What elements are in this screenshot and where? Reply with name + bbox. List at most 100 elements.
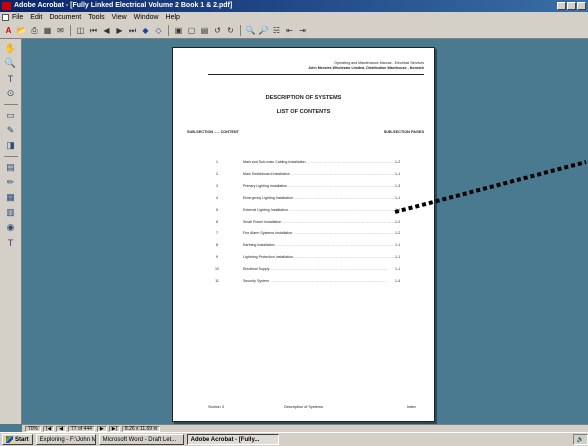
stamp-icon[interactable]: ◉ — [4, 221, 18, 234]
zoom-level[interactable]: 70% — [25, 425, 42, 432]
toolbar-separator — [240, 25, 241, 36]
start-button[interactable]: Start — [2, 434, 33, 445]
minimize-button[interactable] — [557, 2, 566, 10]
rotate-right-icon[interactable]: ↻ — [225, 25, 236, 36]
subsection-content: Small Power Installation ...............… — [243, 219, 395, 224]
actual-size-icon[interactable]: ▣ — [173, 25, 184, 36]
next-page-icon[interactable]: ▶ — [114, 25, 125, 36]
subsection-number: 10 — [215, 267, 219, 272]
subsection-number: 5 — [216, 207, 218, 212]
subsection-content: Lightning Protection Installation ......… — [243, 255, 395, 260]
page-size: 8.26 x 11.69 in — [121, 425, 161, 432]
last-page-button[interactable]: ▶| — [108, 425, 120, 432]
print-icon[interactable]: ⎙ — [29, 25, 40, 36]
window-controls — [557, 2, 586, 10]
subsection-pages: 1-1 — [395, 255, 401, 260]
form-icon[interactable]: ▦ — [4, 191, 18, 204]
taskbar-item-explorer[interactable]: Exploring - F:\John Menzie... — [35, 434, 96, 445]
subsection-number: 7 — [216, 231, 218, 236]
acrobat-icon[interactable]: A — [3, 25, 14, 36]
pdf-page: Operating and Maintenance Manual - Elect… — [172, 47, 435, 422]
show-hide-navigation-icon[interactable]: ◫ — [75, 25, 86, 36]
subsection-number: 9 — [216, 255, 218, 260]
rotate-left-icon[interactable]: ↺ — [212, 25, 223, 36]
previous-page-button[interactable]: ◀ — [56, 425, 67, 432]
toolbar-separator — [168, 25, 169, 36]
toolbar-separator — [70, 25, 71, 36]
subsection-pages: 1-2 — [395, 231, 401, 236]
link-icon[interactable]: ▭ — [4, 109, 18, 122]
search-icon[interactable]: 🔎 — [258, 25, 269, 36]
taskbar-item-acrobat[interactable]: Adobe Acrobat - [Fully... — [186, 434, 279, 445]
main-toolbar: A 📂 ⎙ ▦ ✉ ◫ ⏮ ◀ ▶ ⏭ ◆ ◇ ▣ ▢ ▤ ↺ ↻ 🔍 🔎 ☵ … — [0, 23, 588, 39]
email-icon[interactable]: ✉ — [55, 25, 66, 36]
document-subtitle: LIST OF CONTENTS — [276, 109, 331, 115]
subsection-content: External Lighting Installation .........… — [243, 207, 395, 212]
graphics-select-icon[interactable]: ▥ — [4, 206, 18, 219]
taskbar-item-word[interactable]: Microsoft Word - Draft Let... — [98, 434, 184, 445]
system-tray: 🔊 — [572, 434, 588, 445]
column-header-pages: SUB-SECTION PAGES — [383, 130, 424, 134]
acrobat-app-icon[interactable] — [2, 2, 11, 10]
save-icon[interactable]: ▦ — [42, 25, 53, 36]
next-highlight-icon[interactable]: ⇥ — [297, 25, 308, 36]
window-titlebar[interactable]: Adobe Acrobat - [Fully Linked Electrical… — [0, 0, 588, 12]
subsection-content: Security System ........................… — [243, 279, 388, 283]
subsection-number: 6 — [216, 219, 218, 224]
document-icon[interactable] — [2, 14, 9, 21]
subsection-content: Earthing Installation ..................… — [243, 243, 393, 248]
menu-tools[interactable]: Tools — [88, 14, 104, 21]
tool-separator — [3, 156, 18, 157]
go-back-icon[interactable]: ◆ — [140, 25, 151, 36]
page-indicator[interactable]: 77 of 444 — [68, 425, 95, 432]
fit-width-icon[interactable]: ▤ — [199, 25, 210, 36]
menu-view[interactable]: View — [112, 14, 127, 21]
menu-help[interactable]: Help — [166, 14, 180, 21]
subsection-content: Primary Lighting Installation ..........… — [243, 183, 395, 188]
highlight-icon[interactable]: T — [4, 236, 18, 249]
dotted-pointer-line — [394, 160, 587, 214]
next-page-button[interactable]: ▶ — [96, 425, 107, 432]
hand-icon[interactable]: ✋ — [4, 42, 18, 55]
contents-row: 8 Earthing Installation .................… — [173, 243, 436, 249]
windows-logo-icon — [6, 436, 13, 443]
open-icon[interactable]: 📂 — [16, 25, 27, 36]
text-select-icon[interactable]: T — [4, 72, 18, 85]
subsection-number: 1 — [216, 160, 218, 164]
previous-page-icon[interactable]: ◀ — [101, 25, 112, 36]
go-forward-icon[interactable]: ◇ — [153, 25, 164, 36]
menu-edit[interactable]: Edit — [30, 14, 42, 21]
subsection-content: Fire Alarm Systems Installation ........… — [243, 231, 395, 236]
subsection-pages: 1-1 — [395, 267, 401, 272]
zoom-icon[interactable]: 🔍 — [4, 57, 18, 70]
left-tool-palette: ✋ 🔍 T ⊙ ▭ ✎ ◨ ▤ ✏ ▦ ▥ ◉ T — [0, 39, 22, 424]
find-icon[interactable]: 🔍 — [245, 25, 256, 36]
document-title: DESCRIPTION OF SYSTEMS — [265, 95, 342, 101]
tool-separator — [3, 104, 18, 105]
crop-icon[interactable]: ⊙ — [4, 87, 18, 100]
contents-row: 11 Security System ......................… — [173, 279, 436, 285]
maximize-button[interactable] — [567, 2, 576, 10]
previous-highlight-icon[interactable]: ⇤ — [284, 25, 295, 36]
column-header-subsection: SUB-SECTION ..... CONTENT — [187, 130, 239, 134]
fit-page-icon[interactable]: ▢ — [186, 25, 197, 36]
subsection-pages: 1-2 — [395, 219, 401, 224]
subsection-pages: 1-4 — [395, 279, 401, 283]
contents-row: 9 Lightning Protection Installation .....… — [173, 255, 436, 261]
first-page-button[interactable]: |◀ — [43, 425, 55, 432]
menu-file[interactable]: File — [12, 14, 23, 21]
close-button[interactable] — [577, 2, 586, 10]
movie-icon[interactable]: ◨ — [4, 139, 18, 152]
first-page-icon[interactable]: ⏮ — [88, 25, 99, 36]
pencil-icon[interactable]: ✏ — [4, 176, 18, 189]
note-icon[interactable]: ▤ — [4, 161, 18, 174]
page-header-line2: John Menzies Wholesale Limited, Distribu… — [308, 66, 424, 70]
contents-row: 7 Fire Alarm Systems Installation .......… — [173, 231, 436, 237]
menu-window[interactable]: Window — [134, 14, 159, 21]
menu-document[interactable]: Document — [49, 14, 81, 21]
last-page-icon[interactable]: ⏭ — [127, 25, 138, 36]
windows-taskbar: Start Exploring - F:\John Menzie... Micr… — [0, 432, 588, 446]
search-results-icon[interactable]: ☵ — [271, 25, 282, 36]
subsection-number: 11 — [215, 279, 219, 283]
article-icon[interactable]: ✎ — [4, 124, 18, 137]
